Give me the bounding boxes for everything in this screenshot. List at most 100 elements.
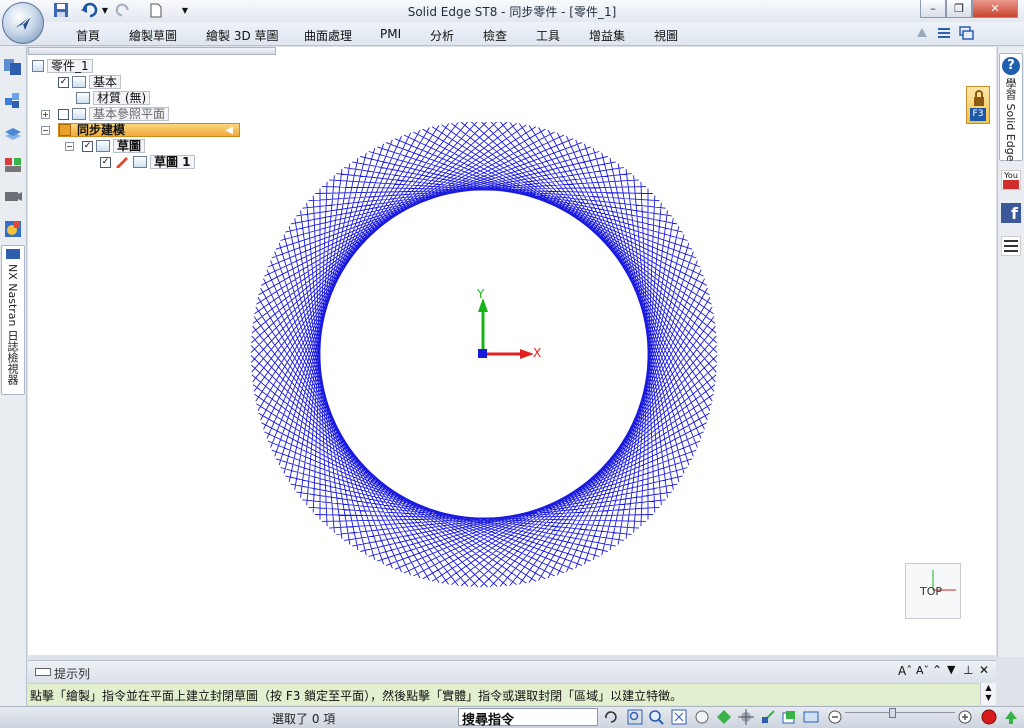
siemens-community-icon[interactable] (1001, 236, 1021, 256)
minimize-button[interactable]: – (920, 0, 946, 18)
prompt-bar-header: 提示列 Aˆ Aˇ ⌃ ▼ ⊥ ✕ (28, 660, 996, 682)
tree-node-sync[interactable]: 同步建模 ◀ (58, 123, 240, 137)
learn-solid-edge-label: 學習 Solid Edge (1004, 78, 1017, 162)
zoom-slider[interactable] (845, 708, 955, 720)
application-button[interactable] (2, 2, 44, 44)
fit-view-icon[interactable] (671, 709, 687, 725)
sketches-expander[interactable]: − (65, 141, 74, 151)
reference-plane-icon (72, 108, 86, 120)
pathfinder-resize-handle[interactable] (28, 47, 276, 55)
tree-node-root[interactable]: 零件_1 (32, 59, 93, 73)
tab-3d-sketching[interactable]: 繪製 3D 草圖 (206, 27, 279, 44)
tree-node-sync-row[interactable]: − 同步建模 ◀ (41, 123, 240, 137)
record-icon[interactable] (981, 709, 997, 725)
tab-pmi[interactable]: PMI (380, 27, 401, 41)
pan-icon[interactable] (694, 709, 710, 725)
pathfinder-icon[interactable] (3, 57, 23, 77)
tree-sketches-label: 草圖 (113, 139, 146, 153)
prompt-close-icon[interactable]: ✕ (979, 663, 989, 677)
tree-ref-planes-label: 基本參照平面 (89, 107, 170, 121)
spin-about-icon[interactable] (738, 709, 754, 725)
nx-nastran-log-viewer-label: NX Nastran 日誌檢視器 (6, 264, 19, 386)
view-style-icon[interactable] (803, 709, 819, 725)
sketch1-checkbox[interactable]: ✓ (100, 156, 111, 168)
tab-tools[interactable]: 工具 (536, 27, 560, 44)
base-checkbox[interactable]: ✓ (58, 76, 69, 88)
tree-node-sketches[interactable]: − ✓ 草圖 (65, 139, 146, 153)
command-search-box[interactable]: 搜尋指令 (458, 708, 598, 728)
tree-node-base[interactable]: ✓ 基本 (58, 75, 122, 89)
pin-icon[interactable]: ⊥ (963, 663, 973, 677)
zoom-out-icon[interactable] (827, 709, 843, 725)
tree-node-material[interactable]: 材質 (無) (76, 91, 151, 105)
restore-button[interactable]: ❐ (946, 0, 972, 18)
window-title: Solid Edge ST8 - 同步零件 - [零件_1] (407, 5, 617, 19)
tree-node-sketch1[interactable]: ✓ 草圖 1 (100, 155, 195, 169)
sketch-group-icon (96, 140, 110, 152)
collapse-up-icon[interactable]: ⌃ (932, 663, 942, 677)
scroll-up-icon[interactable] (1003, 709, 1019, 725)
tree-sync-label: 同步建模 (77, 123, 126, 137)
sketch-view-icon[interactable] (760, 709, 776, 725)
ref-planes-checkbox[interactable] (58, 108, 69, 120)
coordinate-system-icon (72, 76, 86, 88)
keyboard-icon (35, 668, 51, 676)
y-axis-label: Y (477, 287, 485, 301)
color-manager-icon[interactable] (3, 155, 23, 175)
pencil-icon (114, 156, 130, 169)
tab-check[interactable]: 檢查 (483, 27, 507, 44)
tree-node-ref-planes[interactable]: + 基本參照平面 (41, 107, 170, 121)
material-icon (76, 92, 90, 104)
tab-add-ins[interactable]: 增益集 (589, 27, 625, 44)
tab-surfacing[interactable]: 曲面處理 (304, 27, 352, 44)
solid-edge-logo-icon (15, 15, 32, 30)
view-cube[interactable]: TOP (905, 563, 961, 619)
sketch-icon (133, 156, 147, 168)
rotate-3d-icon[interactable] (716, 709, 732, 725)
tree-base-label: 基本 (89, 75, 122, 89)
x-axis-label: X (533, 346, 542, 360)
tab-sketching[interactable]: 繪製草圖 (129, 27, 177, 44)
nx-nastran-log-viewer-tab[interactable]: NX Nastran 日誌檢視器 (1, 245, 25, 395)
sketches-checkbox[interactable]: ✓ (82, 140, 93, 152)
prompt-message-area: 點擊「繪製」指令並在平面上建立封閉草圖（按 F3 鎖定至平面），然後點擊「實體」… (28, 683, 996, 705)
tree-material-label: 材質 (無) (93, 91, 151, 105)
sync-modeling-icon (59, 124, 71, 136)
feature-library-icon[interactable] (3, 90, 23, 110)
close-button[interactable]: ✕ (972, 0, 1018, 18)
render-icon[interactable] (3, 219, 23, 239)
lock-f3-label: F3 (970, 108, 986, 121)
lock-icon (974, 90, 984, 106)
prompt-bar-title: 提示列 (54, 667, 91, 681)
view-orientation-icon[interactable] (781, 709, 797, 725)
learn-solid-edge-tab[interactable]: ? 學習 Solid Edge (999, 53, 1023, 161)
sync-expander[interactable]: − (41, 125, 50, 135)
youtube-icon[interactable]: You (1001, 170, 1021, 190)
theme-icon[interactable] (914, 25, 930, 41)
layers-icon[interactable] (3, 122, 23, 142)
zoom-area-icon[interactable] (627, 709, 643, 725)
zoom-in-icon[interactable] (957, 709, 973, 725)
part-icon (32, 60, 44, 72)
zoom-icon[interactable] (648, 709, 664, 725)
prompt-message: 點擊「繪製」指令並在平面上建立封閉草圖（按 F3 鎖定至平面），然後點擊「實體」… (30, 689, 683, 703)
layout-icon[interactable] (936, 25, 952, 41)
font-decrease-icon[interactable]: Aˇ (916, 664, 929, 677)
camera-view-icon[interactable] (3, 186, 23, 206)
lock-to-plane-button[interactable]: F3 (966, 86, 990, 124)
font-increase-icon[interactable]: Aˆ (898, 664, 912, 678)
zoom-slider-thumb[interactable] (889, 708, 896, 718)
tab-view[interactable]: 視圖 (654, 27, 678, 44)
ref-planes-expander[interactable]: + (41, 109, 50, 119)
rotate-view-icon[interactable] (603, 709, 619, 725)
prompt-scrollbar[interactable]: ▲ ▼ (980, 683, 996, 705)
facebook-icon[interactable]: f (1001, 203, 1021, 223)
tab-home[interactable]: 首頁 (76, 27, 100, 44)
sync-collapse-arrow-icon[interactable]: ◀ (225, 125, 233, 136)
tab-inspect[interactable]: 分析 (430, 27, 454, 44)
command-search-label: 搜尋指令 (462, 713, 515, 728)
view-cube-label: TOP (920, 585, 943, 598)
windows-icon[interactable] (958, 25, 974, 41)
pathfinder-tree: 零件_1 ✓ 基本 材質 (無) + 基本參照平面 − 同步建模 ◀ − ✓ 草… (28, 56, 278, 186)
menu-arrow-icon[interactable]: ▼ (947, 663, 955, 676)
